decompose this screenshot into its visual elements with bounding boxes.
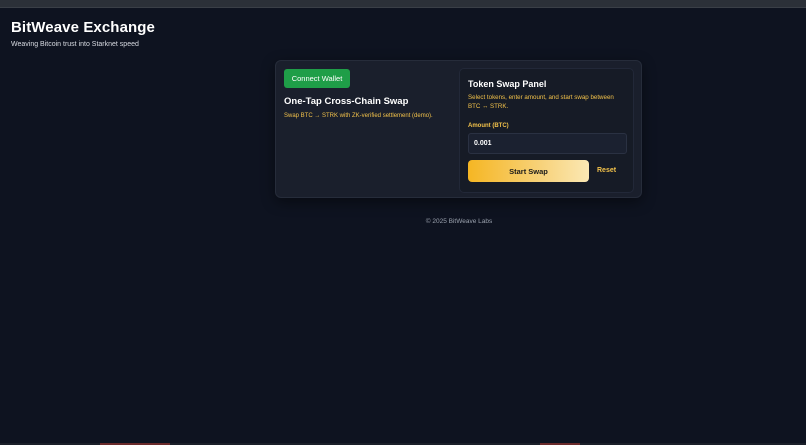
site-header: BitWeave Exchange Weaving Bitcoin trust …: [11, 19, 155, 49]
brand-tagline: Weaving Bitcoin trust into Starknet spee…: [11, 41, 139, 48]
panel-description: Select tokens, enter amount, and start s…: [468, 94, 614, 110]
start-swap-button[interactable]: Start Swap: [468, 160, 589, 182]
panel-title: Token Swap Panel: [468, 79, 547, 89]
feature-description: Swap BTC → STRK with ZK-verified settlem…: [284, 113, 433, 119]
feature-title: One-Tap Cross-Chain Swap: [284, 96, 409, 107]
amount-input[interactable]: [468, 133, 627, 154]
footer-copyright: © 2025 BitWeave Labs: [425, 218, 493, 225]
reset-button[interactable]: Reset: [597, 166, 616, 176]
token-swap-panel: Token Swap Panel Select tokens, enter am…: [459, 68, 634, 193]
connect-wallet-button[interactable]: Connect Wallet: [284, 69, 350, 88]
browser-top-strip: [0, 0, 806, 8]
brand-title: BitWeave Exchange: [11, 19, 155, 36]
swap-card: Connect Wallet One-Tap Cross-Chain Swap …: [275, 60, 642, 198]
amount-label: Amount (BTC): [468, 123, 509, 129]
